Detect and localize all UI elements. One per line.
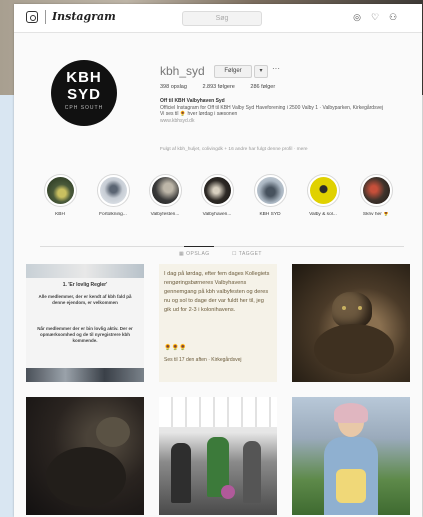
highlight-thumbnail	[99, 177, 127, 204]
cat-body-shape	[46, 447, 126, 507]
snapchat-highlight-thumbnail	[309, 177, 337, 204]
person-hair-shape	[334, 403, 368, 423]
highlight-label: Valby & sol...	[309, 212, 337, 217]
active-tab-indicator	[184, 246, 214, 247]
highlight-label: Valbyhaven...	[202, 212, 232, 217]
person-silhouette	[243, 441, 261, 503]
tote-bag-shape	[336, 469, 366, 503]
profile-bio: Off til KBH Valbyhaven Syd Officiel Inst…	[160, 98, 410, 124]
post-thumbnail-dark-cat[interactable]	[26, 397, 144, 515]
search-input[interactable]: Søg	[182, 11, 262, 26]
cat-eye-right	[358, 306, 362, 310]
highlight-ring	[148, 174, 182, 207]
highlight-item[interactable]: Valbyhaven...	[195, 174, 239, 217]
avatar-subtext: CPH SOUTH	[64, 105, 104, 111]
post-photo-strip	[26, 264, 144, 278]
user-icon[interactable]: ⚇	[388, 12, 398, 22]
highlight-ring	[359, 174, 393, 207]
highlight-ring	[43, 174, 77, 207]
post-notice-title: 1. 'Er lovlig Regler'	[62, 282, 108, 288]
highlight-thumbnail	[203, 177, 231, 204]
post-thumbnail-cat[interactable]	[292, 264, 410, 382]
highlight-label: Valbyfesten...	[150, 212, 180, 217]
cat-head-shape	[96, 417, 130, 447]
highlight-label: Fortolkning...	[99, 212, 127, 217]
post-thumbnail[interactable]: I dag på lørdag, efter fem dages Kollegi…	[159, 264, 277, 382]
following-button[interactable]: Følger	[214, 65, 252, 78]
profile-stats: 398 opslag 2.893 følgere 286 følger	[160, 84, 289, 90]
heart-icon[interactable]: ♡	[370, 12, 380, 22]
post-text-tail: Ses til 17 den aften · Kirkegårdsvej	[164, 357, 242, 363]
browser-window: Instagram Søg ◎ ♡ ⚇ KBH SYD CPH SOUTH kb…	[14, 4, 422, 517]
stroller-shape	[221, 485, 235, 499]
cat-head-shape	[332, 292, 372, 328]
highlight-ring	[253, 174, 287, 207]
desktop-background-left	[0, 95, 14, 517]
post-thumbnail[interactable]: 1. 'Er lovlig Regler' Alle medlemmer, de…	[26, 264, 144, 382]
highlight-item[interactable]: KBH	[38, 174, 82, 217]
post-text-body: I dag på lørdag, efter fem dages Kollegi…	[164, 271, 270, 313]
highlight-item[interactable]: Valbyfesten...	[143, 174, 187, 217]
post-notice-body: Alle medlemmer, der er kendt af kbh fald…	[38, 294, 132, 305]
highlight-ring	[306, 174, 340, 207]
highlight-item[interactable]: Skriv her 🌻	[354, 174, 398, 217]
followed-by-text[interactable]: Fulgt af kbh_huljet, colivingdk + 16 and…	[160, 147, 308, 152]
posts-count: 398 opslag	[160, 84, 187, 90]
post-notice-body-2: Når medlemmer der er bin lovlig aktiv. D…	[37, 326, 133, 343]
instagram-camera-icon[interactable]	[26, 11, 38, 23]
instagram-wordmark[interactable]: Instagram	[52, 10, 116, 23]
highlight-thumbnail	[46, 177, 74, 204]
post-thumbnail-crowd[interactable]	[159, 397, 277, 515]
compass-icon[interactable]: ◎	[352, 12, 362, 22]
cat-body-shape	[314, 324, 394, 374]
tab-divider	[40, 246, 404, 247]
following-count[interactable]: 286 følger	[250, 84, 275, 90]
post-photo-strip	[26, 368, 144, 382]
highlight-item[interactable]: Fortolkning...	[91, 174, 135, 217]
tent-roof-shape	[159, 397, 277, 427]
highlight-ring	[200, 174, 234, 207]
tab-posts[interactable]: ▦ OPSLAG	[179, 251, 210, 257]
bio-website-link[interactable]: www.kbhsyd.dk	[160, 118, 410, 125]
post-emoji-row: 🌻🌻🌻	[164, 345, 187, 351]
highlight-label: KBH SYD	[259, 212, 281, 217]
profile-avatar[interactable]: KBH SYD CPH SOUTH	[51, 60, 117, 126]
more-options-icon[interactable]: ···	[272, 64, 280, 73]
profile-username: kbh_syd	[160, 64, 205, 78]
cat-eye-left	[342, 306, 346, 310]
highlight-item[interactable]: KBH SYD	[248, 174, 292, 217]
tab-tagged[interactable]: ☐ TAGGET	[232, 251, 262, 257]
highlight-ring	[96, 174, 130, 207]
highlight-thumbnail	[151, 177, 179, 204]
dropdown-caret-button[interactable]: ▾	[254, 65, 268, 78]
highlight-label: KBH	[55, 212, 65, 217]
top-navigation-bar: Instagram Søg ◎ ♡ ⚇	[14, 4, 422, 33]
nav-divider	[45, 10, 46, 24]
highlight-label: Skriv her 🌻	[362, 212, 390, 217]
highlight-thumbnail	[362, 177, 390, 204]
highlight-item[interactable]: Valby & sol...	[301, 174, 345, 217]
highlight-thumbnail	[256, 177, 284, 204]
person-silhouette	[171, 443, 191, 503]
avatar-text-syd: SYD	[67, 86, 101, 103]
post-thumbnail-woman[interactable]	[292, 397, 410, 515]
avatar-text-kbh: KBH	[66, 69, 102, 86]
followers-count[interactable]: 2.893 følgere	[202, 84, 234, 90]
